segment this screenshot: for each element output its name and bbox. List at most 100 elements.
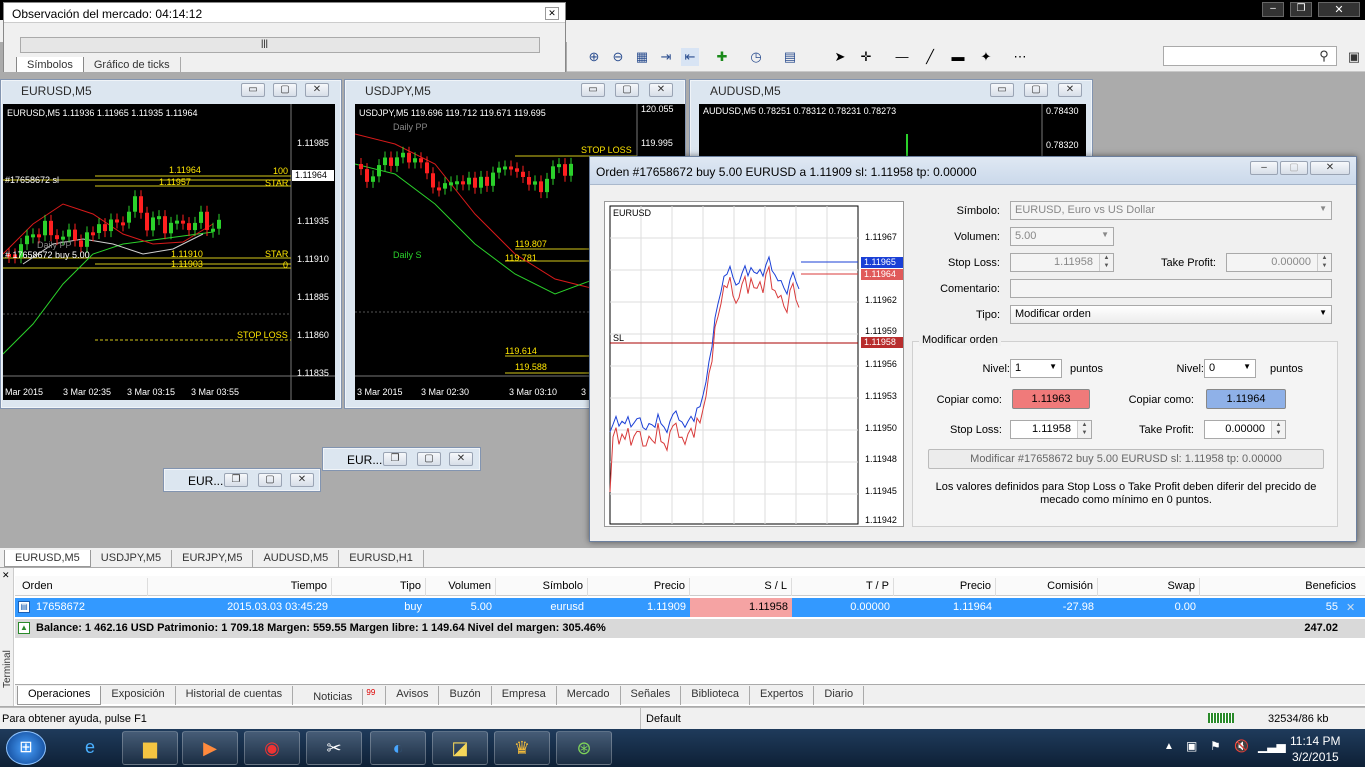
chart-tab[interactable]: AUDUSD,M5 xyxy=(253,550,340,567)
level-select-2[interactable]: 0 ▼ xyxy=(1204,359,1256,378)
restore-button[interactable]: ▢ xyxy=(615,83,639,97)
audusd-chart[interactable]: AUDUSD,M5 0.78251 0.78312 0.78231 0.7827… xyxy=(699,104,1086,158)
zoom-in-icon[interactable]: ⊕ xyxy=(585,48,603,66)
col-header[interactable]: Precio xyxy=(894,578,996,596)
tile-windows-icon[interactable]: ▦ xyxy=(633,48,651,66)
metatrader-icon[interactable]: ♛ xyxy=(494,731,550,765)
stepper-icon[interactable]: ▲ ▼ xyxy=(1271,421,1285,438)
chrome-icon[interactable]: ◉ xyxy=(244,731,300,765)
globe-app-icon[interactable]: ⊛ xyxy=(556,731,612,765)
col-header[interactable]: Comisión xyxy=(996,578,1098,596)
close-order-icon[interactable]: ✕ xyxy=(1346,601,1355,614)
tab-mailbox[interactable]: Buzón xyxy=(439,686,492,705)
col-header[interactable]: Precio xyxy=(588,578,690,596)
network-icon[interactable]: ▁▃▅ xyxy=(1258,739,1286,753)
stop-loss-input[interactable]: 1.11958 ▲ ▼ xyxy=(1010,420,1092,439)
trendline-icon[interactable]: ╱ xyxy=(921,48,939,66)
restore-app-button[interactable]: ❐ xyxy=(1290,2,1312,17)
chart-tab[interactable]: EURUSD,H1 xyxy=(339,550,424,567)
cursor-icon[interactable]: ➤ xyxy=(831,48,849,66)
close-icon[interactable]: ✕ xyxy=(545,7,559,20)
copy-bid-button[interactable]: 1.11963 xyxy=(1012,389,1090,409)
modify-order-button[interactable]: Modificar #17658672 buy 5.00 EURUSD sl: … xyxy=(928,449,1324,469)
snipping-tool-icon[interactable]: ✂ xyxy=(306,731,362,765)
chart-tab[interactable]: USDJPY,M5 xyxy=(91,550,173,567)
level-select-1[interactable]: 1 ▼ xyxy=(1010,359,1062,378)
app-icon[interactable]: ◐ xyxy=(370,731,426,765)
close-icon[interactable]: ✕ xyxy=(2,570,10,581)
volume-icon[interactable]: 🔇 xyxy=(1234,739,1249,753)
restore-button[interactable]: ▢ xyxy=(1024,83,1048,97)
col-header[interactable]: Tiempo xyxy=(148,578,332,596)
minimize-button[interactable]: ▭ xyxy=(990,83,1014,97)
tab-library[interactable]: Biblioteca xyxy=(681,686,750,705)
tab-market[interactable]: Mercado xyxy=(557,686,621,705)
col-header[interactable]: S / L xyxy=(690,578,792,596)
search-icon[interactable]: ⚲ xyxy=(1315,47,1333,65)
col-header[interactable]: Orden xyxy=(18,578,148,596)
zoom-out-icon[interactable]: ⊖ xyxy=(609,48,627,66)
eurusd-chart[interactable]: EURUSD,M5 1.11936 1.11965 1.11935 1.1196… xyxy=(3,104,335,400)
rectangle-icon[interactable]: ▬ xyxy=(949,48,967,66)
indicators-icon[interactable]: ✚ xyxy=(713,48,731,66)
search-input[interactable] xyxy=(1163,46,1337,66)
tab-signals[interactable]: Señales xyxy=(621,686,682,705)
tab-news[interactable]: Noticias 99 xyxy=(293,686,387,705)
minimize-button[interactable]: – xyxy=(1250,161,1278,175)
device-icon[interactable]: ▣ xyxy=(1186,739,1197,753)
ie-icon[interactable]: e xyxy=(62,731,118,765)
explorer-icon[interactable]: ▆ xyxy=(122,731,178,765)
maximize-button[interactable]: ▢ xyxy=(258,473,282,487)
close-button[interactable]: ✕ xyxy=(1058,83,1082,97)
templates-icon[interactable]: ▤ xyxy=(781,48,799,66)
col-header[interactable]: Volumen xyxy=(426,578,496,596)
minimize-app-button[interactable]: – xyxy=(1262,2,1284,17)
tab-exposure[interactable]: Exposición xyxy=(101,686,176,705)
restore-button[interactable]: ▢ xyxy=(273,83,297,97)
type-select[interactable]: Modificar orden ▼ xyxy=(1010,305,1332,324)
minimized-window[interactable]: EUR... ❐ ▢ ✕ xyxy=(322,447,481,471)
minimize-button[interactable]: ▭ xyxy=(581,83,605,97)
tab-operations[interactable]: Operaciones xyxy=(17,686,102,705)
close-button[interactable]: ✕ xyxy=(1310,161,1350,175)
stepper-icon[interactable]: ▲ ▼ xyxy=(1077,421,1091,438)
media-player-icon[interactable]: ▶ xyxy=(182,731,238,765)
col-header[interactable]: Símbolo xyxy=(496,578,588,596)
show-hidden-icons[interactable]: ▲ xyxy=(1164,741,1174,752)
text-tools-icon[interactable]: ⋯ xyxy=(1011,48,1029,66)
sticky-notes-icon[interactable]: ◪ xyxy=(432,731,488,765)
tab-journal[interactable]: Diario xyxy=(814,686,865,705)
col-header[interactable]: T / P xyxy=(792,578,894,596)
close-button[interactable]: ✕ xyxy=(649,83,673,97)
col-header[interactable]: Swap xyxy=(1098,578,1200,596)
restore-button[interactable]: ❐ xyxy=(224,473,248,487)
tab-history[interactable]: Historial de cuentas xyxy=(176,686,294,705)
tab-alerts[interactable]: Avisos xyxy=(386,686,440,705)
maximize-button[interactable]: ▢ xyxy=(417,452,441,466)
crosshair-icon[interactable]: ✛ xyxy=(857,48,875,66)
minimize-button[interactable]: ▭ xyxy=(241,83,265,97)
take-profit-input[interactable]: 0.00000 ▲ ▼ xyxy=(1204,420,1286,439)
close-button[interactable]: ✕ xyxy=(290,473,314,487)
horizontal-scrollbar[interactable]: ||| xyxy=(20,37,540,53)
tab-experts[interactable]: Expertos xyxy=(750,686,815,705)
chart-shift-icon[interactable]: ⇤ xyxy=(681,48,699,66)
close-button[interactable]: ✕ xyxy=(449,452,473,466)
flag-icon[interactable]: ⚑ xyxy=(1210,739,1221,753)
col-header[interactable]: Tipo xyxy=(332,578,426,596)
close-button[interactable]: ✕ xyxy=(305,83,329,97)
minimized-window[interactable]: EUR... ❐ ▢ ✕ xyxy=(163,468,321,492)
chart-tab[interactable]: EURUSD,M5 xyxy=(4,550,91,567)
cell-tp[interactable]: 0.00000 xyxy=(792,598,894,617)
col-header[interactable]: Beneficios xyxy=(1200,578,1360,596)
shapes-icon[interactable]: ✦ xyxy=(977,48,995,66)
cell-sl[interactable]: 1.11958 xyxy=(690,598,792,617)
clock-date[interactable]: 3/2/2015 xyxy=(1292,750,1339,764)
start-button[interactable]: ⊞ xyxy=(6,731,46,765)
scroll-chart-icon[interactable]: ⇥ xyxy=(657,48,675,66)
periods-icon[interactable]: ◷ xyxy=(747,48,765,66)
tab-company[interactable]: Empresa xyxy=(492,686,557,705)
horizontal-line-icon[interactable]: — xyxy=(893,48,911,66)
restore-button[interactable]: ❐ xyxy=(383,452,407,466)
clock-time[interactable]: 11:14 PM xyxy=(1290,734,1340,748)
